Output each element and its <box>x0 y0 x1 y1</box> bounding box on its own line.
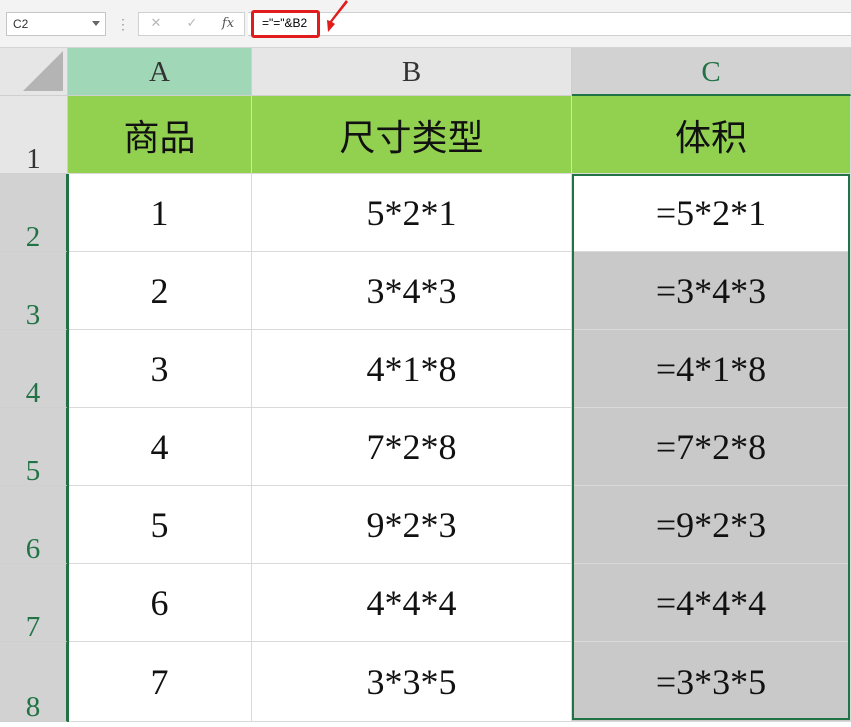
drag-handle-icon[interactable]: ⋮ <box>116 14 130 34</box>
cell-c5[interactable]: =7*2*8 <box>572 408 851 486</box>
cell-c4[interactable]: =4*1*8 <box>572 330 851 408</box>
row-number: 6 <box>25 533 41 565</box>
cell-c6[interactable]: =9*2*3 <box>572 486 851 564</box>
column-header-b[interactable]: B <box>252 48 572 96</box>
chevron-down-icon[interactable] <box>92 21 100 26</box>
row-number: 4 <box>25 377 41 409</box>
annotation-arrow-icon <box>327 0 348 32</box>
insert-function-icon[interactable]: fx <box>213 13 243 35</box>
cell-a2[interactable]: 1 <box>68 174 252 252</box>
cell-a4[interactable]: 3 <box>68 330 252 408</box>
name-box-value: C2 <box>13 17 29 31</box>
cell-c7[interactable]: =4*4*4 <box>572 564 851 642</box>
cell-a1[interactable]: 商品 <box>68 96 252 174</box>
row-number: 2 <box>25 221 41 253</box>
cell-c1[interactable]: 体积 <box>572 96 851 174</box>
select-all-triangle-icon[interactable] <box>23 51 63 91</box>
cell-a5[interactable]: 4 <box>68 408 252 486</box>
row-header-4[interactable]: 4 <box>0 330 68 409</box>
name-box[interactable]: C2 <box>6 12 106 36</box>
row-header-1[interactable]: 1 <box>0 96 68 175</box>
formula-buttons: ✕ ✓ fx <box>138 12 245 36</box>
row-header-6[interactable]: 6 <box>0 486 68 565</box>
cell-b6[interactable]: 9*2*3 <box>252 486 572 564</box>
cell-b1[interactable]: 尺寸类型 <box>252 96 572 174</box>
cell-b8[interactable]: 3*3*5 <box>252 642 572 722</box>
row-number: 3 <box>25 299 41 331</box>
cell-b7[interactable]: 4*4*4 <box>252 564 572 642</box>
row-number: 1 <box>26 143 41 175</box>
cell-b2[interactable]: 5*2*1 <box>252 174 572 252</box>
row-header-7[interactable]: 7 <box>0 564 68 643</box>
cell-b4[interactable]: 4*1*8 <box>252 330 572 408</box>
cell-c2-active[interactable]: =5*2*1 <box>572 174 851 252</box>
row-header-2[interactable]: 2 <box>0 174 68 253</box>
row-header-5[interactable]: 5 <box>0 408 68 487</box>
formula-text: ="="&B2 <box>262 16 308 30</box>
cell-c8[interactable]: =3*3*5 <box>572 642 851 722</box>
cell-a6[interactable]: 5 <box>68 486 252 564</box>
row-number: 8 <box>25 691 41 723</box>
cell-a8[interactable]: 7 <box>68 642 252 722</box>
row-number: 5 <box>25 455 41 487</box>
column-header-c[interactable]: C <box>572 48 851 96</box>
cell-a3[interactable]: 2 <box>68 252 252 330</box>
row-header-3[interactable]: 3 <box>0 252 68 331</box>
select-all-corner[interactable] <box>0 48 68 96</box>
row-number: 7 <box>25 611 41 643</box>
cell-b3[interactable]: 3*4*3 <box>252 252 572 330</box>
cell-a7[interactable]: 6 <box>68 564 252 642</box>
cell-b5[interactable]: 7*2*8 <box>252 408 572 486</box>
cell-c3[interactable]: =3*4*3 <box>572 252 851 330</box>
column-header-a[interactable]: A <box>68 48 252 96</box>
row-header-selection-edge <box>67 174 69 722</box>
enter-icon[interactable]: ✓ <box>177 13 207 35</box>
cancel-icon[interactable]: ✕ <box>141 13 171 35</box>
row-header-8[interactable]: 8 <box>0 642 68 723</box>
